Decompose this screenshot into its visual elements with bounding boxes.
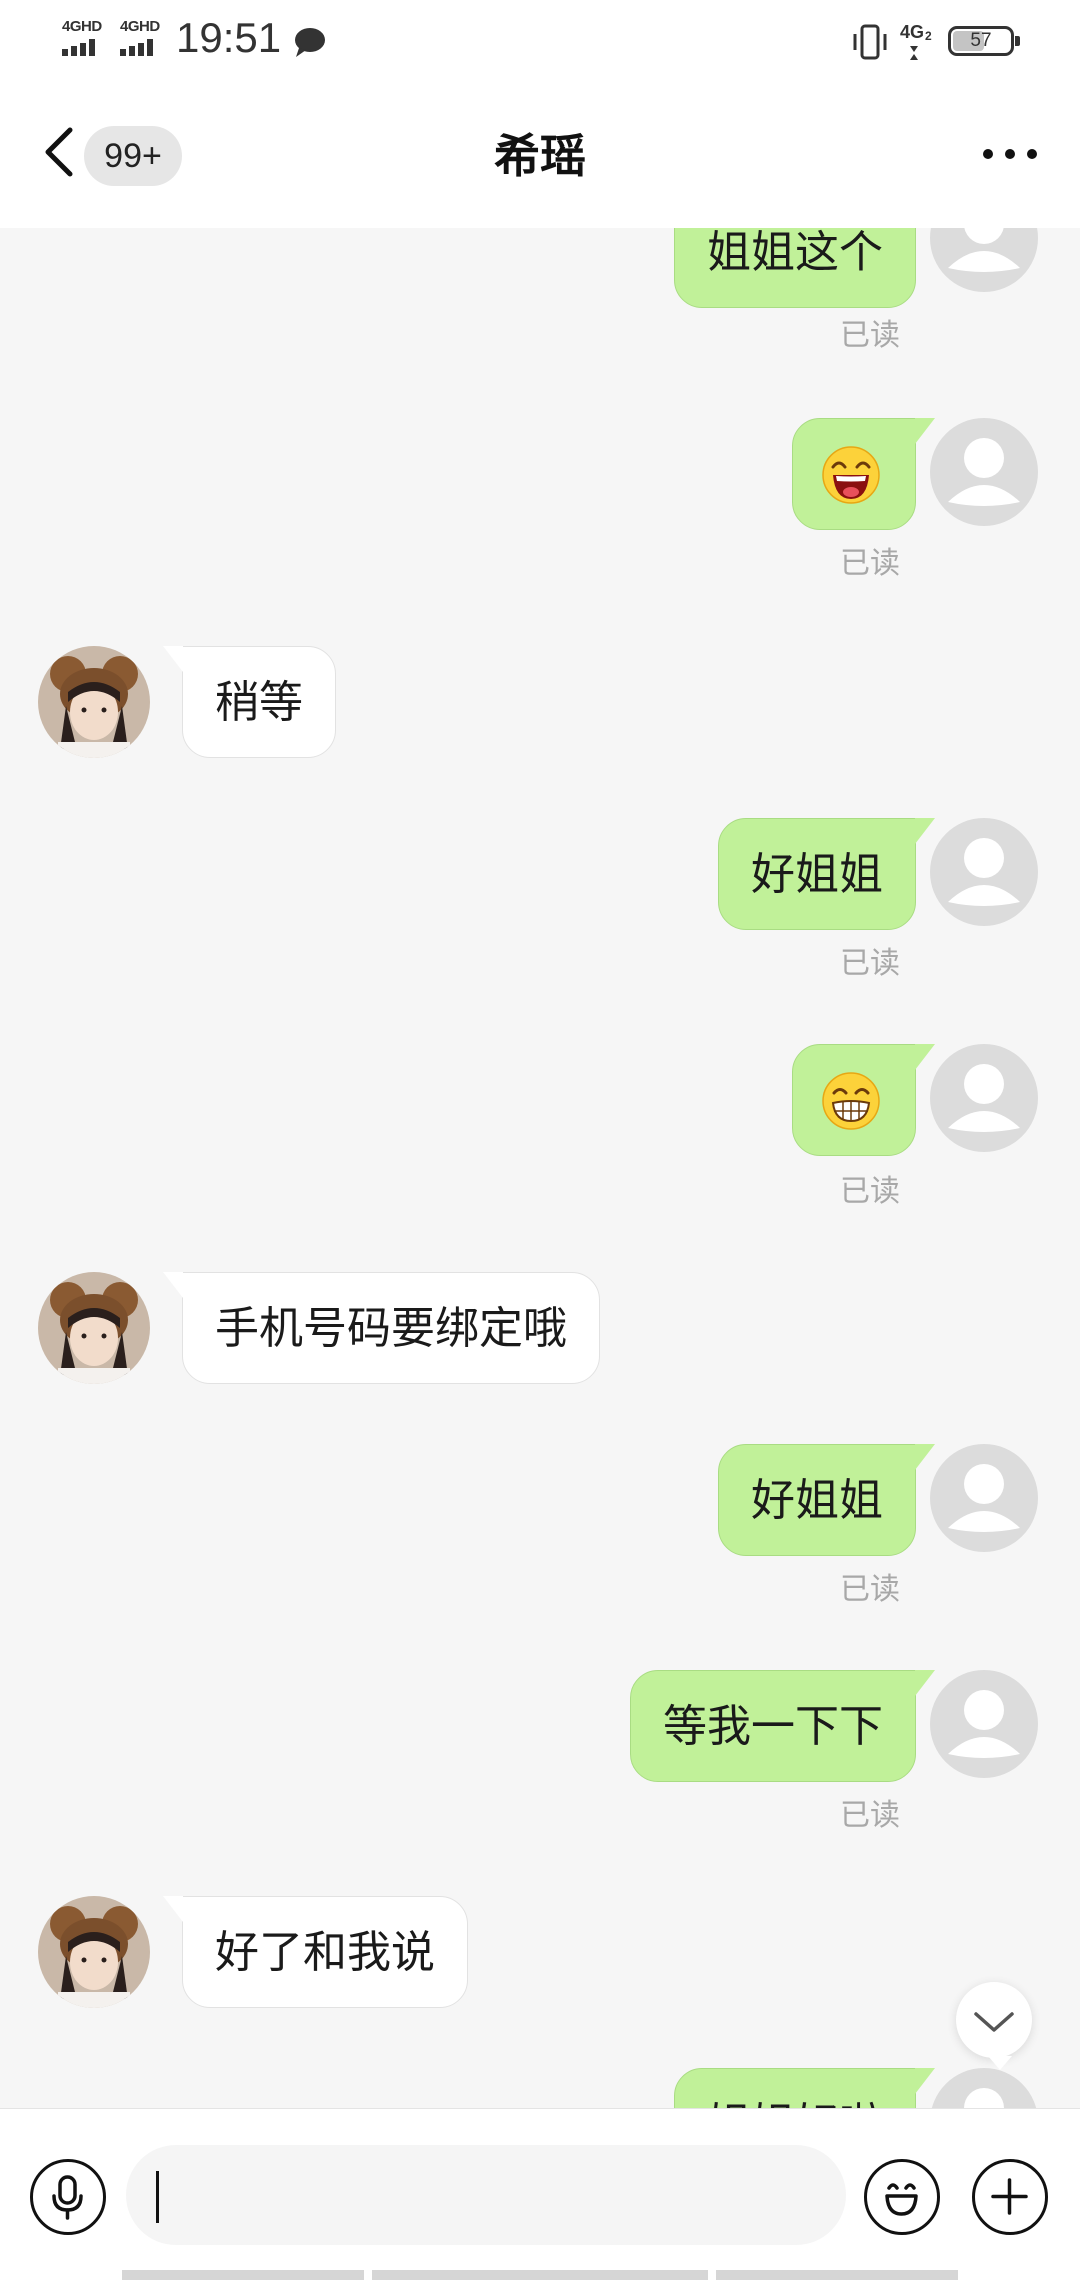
message-bubble-sent[interactable]: 姐姐这个 (674, 228, 916, 308)
read-receipt: 已读 (840, 1572, 900, 1607)
read-receipt: 已读 (840, 318, 900, 353)
user-avatar[interactable] (930, 1670, 1038, 1778)
message-bubble-sent[interactable]: 姐姐好啦 (674, 2067, 935, 2108)
message-text: 姐姐好啦 (707, 2099, 883, 2108)
default-avatar-icon (948, 1464, 1020, 1532)
nav-hint-bar (716, 2270, 958, 2280)
laughing-face-icon (822, 446, 880, 504)
message-text: 好姐姐 (751, 849, 883, 900)
network-type-label-2: 4GHD (120, 18, 160, 35)
message-notification-icon (295, 28, 325, 57)
message-input[interactable] (126, 2145, 846, 2245)
default-avatar-icon (948, 438, 1020, 506)
user-avatar[interactable] (930, 1444, 1038, 1552)
message-list[interactable]: 姐姐这个 已读 已读 稍等 好姐姐 已读 已读 手机号码要绑定哦 好姐姐 已读 … (0, 228, 1080, 2108)
message-text: 手机号码要绑定哦 (215, 1303, 567, 1354)
more-icon (983, 149, 1037, 159)
message-text: 姐姐这个 (707, 228, 883, 278)
message-bubble-sent[interactable]: 等我一下下 (630, 1669, 935, 1782)
chevron-down-icon (974, 2012, 1014, 2032)
user-avatar[interactable] (930, 2068, 1038, 2108)
read-receipt: 已读 (840, 1798, 900, 1833)
message-bubble-sent[interactable]: 好姐姐 (718, 817, 935, 930)
message-text: 等我一下下 (663, 1701, 883, 1752)
read-receipt: 已读 (840, 1174, 900, 1209)
default-avatar-icon (948, 1064, 1020, 1132)
scroll-to-bottom-button[interactable] (956, 1982, 1032, 2070)
contact-photo-icon (38, 646, 150, 758)
microphone-icon (52, 2175, 83, 2220)
message-bubble-sent[interactable] (792, 1043, 935, 1156)
grinning-face-icon (822, 1072, 880, 1130)
vibrate-icon (853, 24, 887, 60)
message-bubble-received[interactable]: 好了和我说 (163, 1895, 468, 2008)
status-time: 19:51 (176, 14, 282, 61)
mobile-data-icon: 4G 2 (900, 22, 932, 60)
read-receipt: 已读 (840, 946, 900, 981)
battery-level: 57 (970, 30, 992, 51)
user-avatar[interactable] (930, 418, 1038, 526)
emoji-button[interactable] (864, 2159, 940, 2235)
voice-input-button[interactable] (30, 2159, 106, 2235)
back-button[interactable] (40, 122, 80, 182)
user-avatar[interactable] (930, 228, 1038, 292)
default-avatar-icon (948, 1690, 1020, 1758)
smiley-icon (885, 2183, 918, 2216)
message-input-bar (0, 2108, 1080, 2281)
default-avatar-icon (948, 228, 1020, 272)
message-text: 稍等 (215, 677, 303, 728)
plus-icon (991, 2178, 1028, 2215)
message-bubble-received[interactable]: 手机号码要绑定哦 (163, 1271, 600, 1384)
chevron-left-icon (45, 127, 73, 177)
nav-hint-bar (122, 2270, 364, 2280)
network-type-label: 4GHD (62, 18, 102, 35)
message-text: 好姐姐 (751, 1475, 883, 1526)
unread-count-badge[interactable]: 99+ (84, 126, 182, 186)
read-receipt: 已读 (840, 546, 900, 581)
user-avatar[interactable] (930, 1044, 1038, 1152)
more-actions-button[interactable] (972, 2159, 1048, 2235)
chat-title: 希瑶 (494, 129, 586, 183)
contact-avatar[interactable] (38, 1272, 150, 1384)
chat-header: 99+ 希瑶 (0, 84, 1080, 228)
contact-avatar[interactable] (38, 646, 150, 758)
more-options-button[interactable] (980, 134, 1040, 174)
message-bubble-sent[interactable]: 好姐姐 (718, 1443, 935, 1556)
signal-strength-icon-2: 4GHD (118, 18, 168, 58)
contact-avatar[interactable] (38, 1896, 150, 2008)
message-bubble-received[interactable]: 稍等 (163, 645, 336, 758)
default-avatar-icon (964, 2088, 1004, 2108)
nav-hint-bar (372, 2270, 708, 2280)
contact-photo-icon (38, 1896, 150, 2008)
message-bubble-sent[interactable] (792, 417, 935, 530)
svg-text:4G: 4G (900, 22, 924, 42)
svg-text:2: 2 (925, 29, 932, 43)
contact-photo-icon (38, 1272, 150, 1384)
signal-strength-icon: 4GHD (60, 18, 110, 58)
status-bar: 4GHD 4GHD 19:51 4G 2 57 (0, 0, 1080, 84)
message-text: 好了和我说 (215, 1927, 435, 1978)
battery-icon: 57 (948, 26, 1020, 56)
user-avatar[interactable] (930, 818, 1038, 926)
default-avatar-icon (948, 838, 1020, 906)
text-cursor (156, 2171, 159, 2223)
